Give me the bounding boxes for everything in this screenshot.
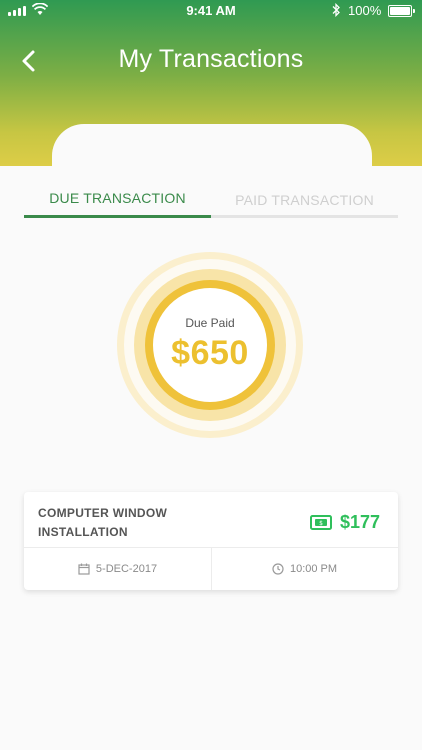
due-paid-amount: $650 [171,334,249,372]
transaction-title: COMPUTER WINDOW INSTALLATION [38,504,238,542]
transaction-title-line2: INSTALLATION [38,525,128,539]
status-bar: 9:41 AM 100% [0,0,422,22]
transaction-price: $ $177 [310,512,380,533]
page-title: My Transactions [118,45,304,73]
tab-due-label: DUE TRANSACTION [49,190,186,206]
clock-icon [272,563,284,575]
calendar-icon [78,563,90,575]
money-icon: $ [310,515,332,530]
bluetooth-icon [332,3,340,17]
tab-active-indicator [24,215,211,218]
svg-text:$: $ [319,520,323,527]
transaction-card[interactable]: COMPUTER WINDOW INSTALLATION $ $177 5-DE… [24,492,398,590]
transaction-time-text: 10:00 PM [289,563,338,575]
tab-due-transaction[interactable]: DUE TRANSACTION [24,182,211,218]
header-tab-notch [52,124,372,184]
tab-bar: DUE TRANSACTION PAID TRANSACTION [24,182,398,218]
transaction-date: 5-DEC-2017 [24,548,211,590]
battery-icon [388,5,415,17]
transaction-date-text: 5-DEC-2017 [95,563,158,575]
transaction-amount: $177 [340,512,381,532]
transaction-title-line1: COMPUTER WINDOW [38,506,168,520]
due-paid-label: Due Paid [185,316,235,330]
battery-percent: 100% [348,3,382,18]
transaction-time: 10:00 PM [211,548,398,590]
due-summary: Due Paid $650 [153,288,267,402]
tab-paid-label: PAID TRANSACTION [235,192,374,208]
